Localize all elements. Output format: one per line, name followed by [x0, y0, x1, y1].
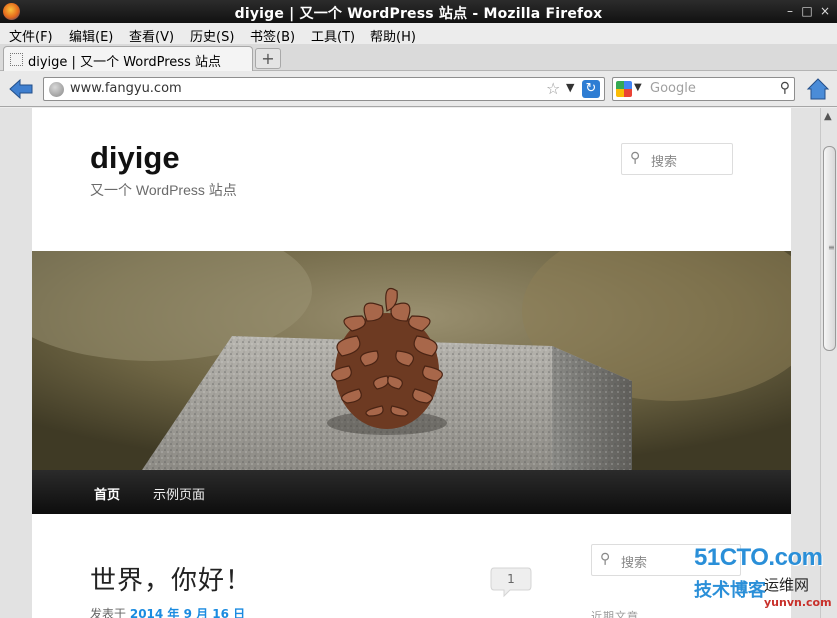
navigation-toolbar: www.fangyu.com ☆ ▼ ↻ ▼ Google ⚲	[0, 71, 837, 107]
magnifier-icon: ⚲	[630, 150, 641, 166]
header-search-input[interactable]: ⚲ 搜索	[621, 143, 733, 175]
url-bar[interactable]: www.fangyu.com ☆ ▼ ↻	[43, 77, 605, 101]
bookmark-star-icon[interactable]: ☆	[546, 79, 560, 98]
menu-view[interactable]: 查看(V)	[129, 26, 174, 45]
binoculars-icon[interactable]: ⚲	[780, 80, 790, 96]
menu-history[interactable]: 历史(S)	[190, 26, 234, 45]
search-placeholder[interactable]: Google	[650, 81, 696, 96]
post-meta-prefix: 发表于	[90, 607, 127, 618]
post-title[interactable]: 世界，你好！	[90, 560, 252, 597]
menu-bookmarks[interactable]: 书签(B)	[250, 26, 295, 45]
menu-bar: 文件(F) 编辑(E) 查看(V) 历史(S) 书签(B) 工具(T) 帮助(H…	[0, 23, 837, 45]
site-title[interactable]: diyige	[90, 140, 180, 176]
wordpress-page: diyige 又一个 WordPress 站点 ⚲ 搜索 首页 示例页面 世界，…	[32, 108, 791, 618]
post-date-link[interactable]: 2014 年 9 月 16 日	[130, 607, 245, 618]
vertical-scrollbar[interactable]: ▲ ≡	[820, 108, 837, 618]
tab-label: diyige | 又一个 WordPress 站点	[28, 55, 221, 70]
scroll-up-arrow-icon[interactable]: ▲	[824, 111, 832, 122]
watermark-tech-blog: 技术博客	[694, 580, 766, 601]
nav-home[interactable]: 首页	[94, 484, 120, 503]
url-history-dropdown-icon[interactable]: ▼	[566, 81, 574, 94]
close-button[interactable]: ×	[817, 3, 833, 19]
nav-sample-page[interactable]: 示例页面	[153, 484, 205, 503]
header-banner-image	[32, 251, 791, 470]
search-bar[interactable]: ▼ Google ⚲	[612, 77, 795, 101]
post-meta: 发表于 2014 年 9 月 16 日	[90, 605, 245, 618]
minimize-button[interactable]: –	[782, 3, 798, 19]
scrollbar-grip-icon: ≡	[828, 243, 835, 252]
watermark-ops-net: 运维网	[764, 576, 810, 594]
new-tab-button[interactable]: +	[255, 48, 281, 69]
comment-count: 1	[507, 572, 515, 586]
window-title: diyige | 又一个 WordPress 站点 - Mozilla Fire…	[234, 6, 603, 22]
header-search-placeholder: 搜索	[651, 155, 678, 170]
maximize-button[interactable]: □	[799, 3, 815, 19]
title-bar: diyige | 又一个 WordPress 站点 - Mozilla Fire…	[0, 0, 837, 23]
comment-count-bubble[interactable]: 1	[490, 566, 532, 598]
watermark-brand: 51CTO.com	[694, 544, 823, 571]
menu-help[interactable]: 帮助(H)	[370, 26, 416, 45]
back-arrow-icon[interactable]	[9, 79, 33, 99]
home-icon[interactable]	[806, 77, 830, 101]
globe-icon	[49, 82, 64, 97]
tab-diyige[interactable]: diyige | 又一个 WordPress 站点	[3, 46, 253, 71]
sidebar-recent-posts-heading: 近期文章	[591, 610, 639, 618]
site-description: 又一个 WordPress 站点	[90, 182, 237, 198]
scrollbar-thumb[interactable]: ≡	[823, 146, 836, 351]
web-content: diyige 又一个 WordPress 站点 ⚲ 搜索 首页 示例页面 世界，…	[0, 108, 820, 618]
engine-dropdown-icon[interactable]: ▼	[634, 82, 642, 93]
magnifier-icon: ⚲	[600, 551, 611, 567]
browser-window: diyige | 又一个 WordPress 站点 - Mozilla Fire…	[0, 0, 837, 618]
main-navigation: 首页 示例页面	[32, 470, 791, 514]
page-favicon-icon	[10, 53, 23, 66]
menu-edit[interactable]: 编辑(E)	[69, 26, 113, 45]
watermark: 51CTO.com 技术博客 运维网 yunvn.com	[690, 544, 832, 614]
sidebar-search-placeholder: 搜索	[621, 556, 648, 571]
menu-file[interactable]: 文件(F)	[9, 26, 53, 45]
menu-tools[interactable]: 工具(T)	[311, 26, 355, 45]
tab-strip: diyige | 又一个 WordPress 站点 +	[0, 44, 837, 71]
watermark-domain: yunvn.com	[764, 596, 832, 609]
google-engine-icon[interactable]	[616, 81, 632, 97]
url-text[interactable]: www.fangyu.com	[70, 81, 182, 96]
reload-icon[interactable]: ↻	[582, 80, 600, 98]
